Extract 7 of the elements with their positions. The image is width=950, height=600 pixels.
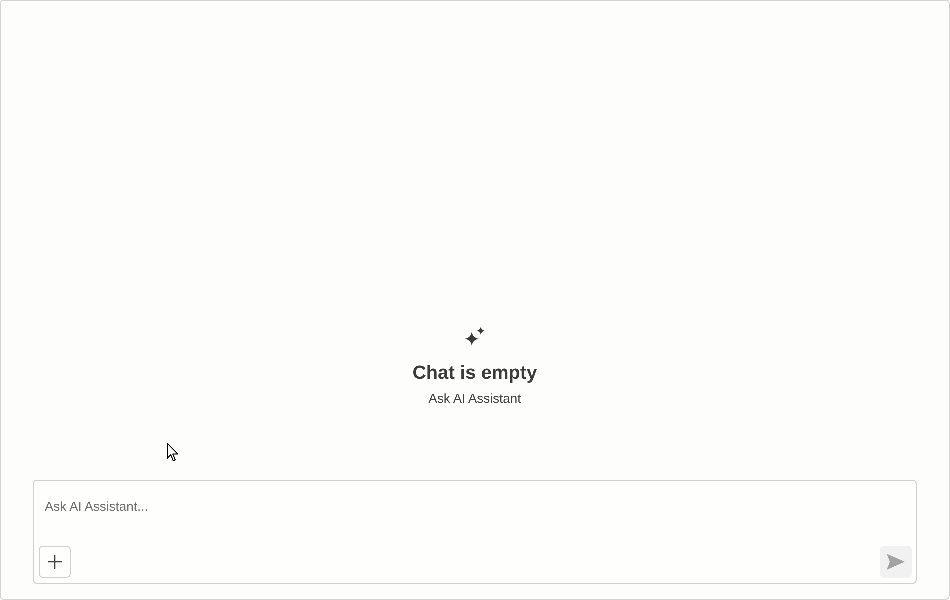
add-button[interactable] [39, 546, 71, 578]
empty-state-title: Chat is empty [412, 362, 538, 386]
send-icon [887, 554, 905, 570]
plus-icon [47, 554, 63, 570]
mouse-pointer-icon [167, 443, 179, 462]
empty-state-subtitle: Ask AI Assistant [428, 390, 522, 408]
message-input[interactable]: Ask AI Assistant... [33, 480, 917, 584]
